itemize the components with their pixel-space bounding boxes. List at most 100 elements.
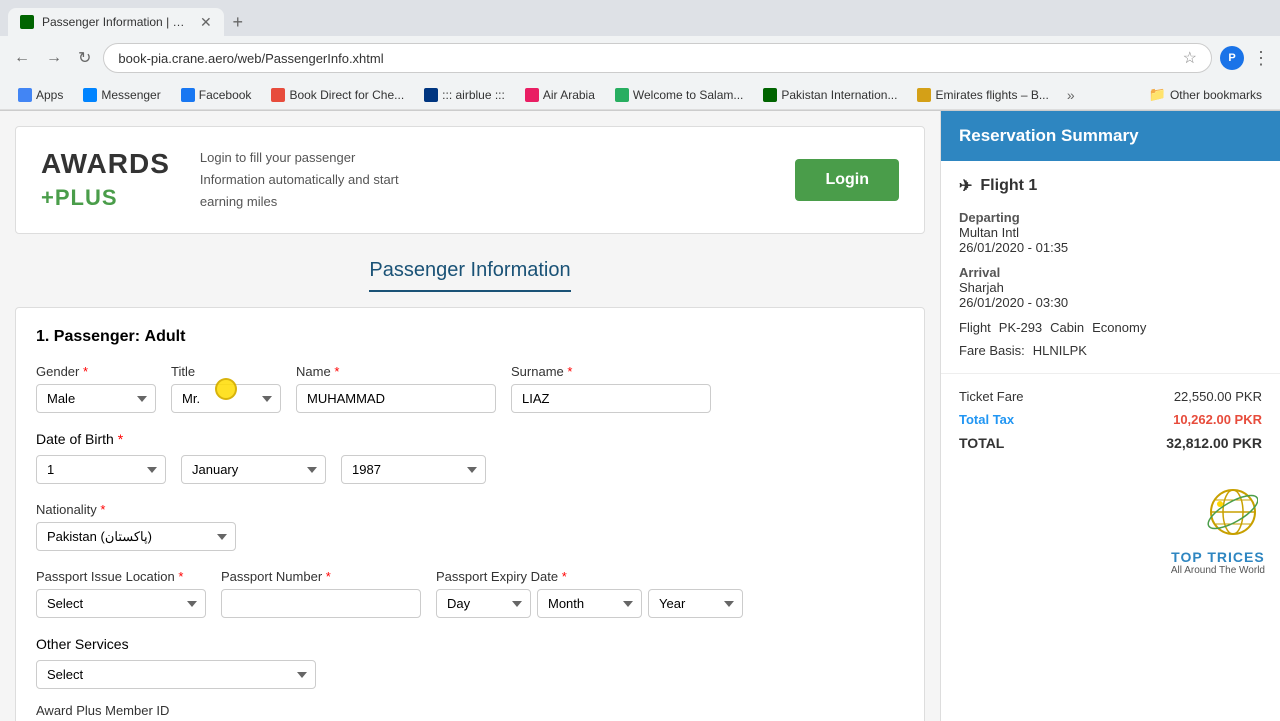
page-content: AWARDS +PLUS Login to fill your passenge… — [0, 111, 1280, 721]
departing-label: Departing — [959, 210, 1262, 225]
bookmark-welcome[interactable]: Welcome to Salam... — [607, 86, 751, 104]
profile-button[interactable]: P — [1220, 46, 1244, 70]
new-tab-button[interactable]: + — [224, 8, 252, 36]
passenger-form: 1. Passenger: Adult Gender * Male Female — [15, 307, 925, 721]
plane-icon: ✈ — [959, 176, 972, 196]
passport-row: Passport Issue Location * Select Passpor… — [36, 569, 904, 618]
bookmark-airarabia[interactable]: Air Arabia — [517, 86, 603, 104]
dob-year-select[interactable]: 1987 — [341, 455, 486, 484]
title-group: Title Mr. Mrs. Ms. Dr. — [171, 364, 281, 413]
passenger-heading-type: Adult — [145, 328, 186, 345]
passport-issue-label: Passport Issue Location * — [36, 569, 206, 584]
passport-expiry-day-select[interactable]: Day — [436, 589, 531, 618]
bookmark-apps-icon — [18, 88, 32, 102]
arrival-label: Arrival — [959, 265, 1262, 280]
passport-expiry-month-select[interactable]: Month — [537, 589, 642, 618]
tab-bar: Passenger Information | Pakistan... ✕ + — [0, 0, 1280, 36]
bookmark-emirates-icon — [917, 88, 931, 102]
top-trices-logo: TOP TRICES All Around The World — [1171, 484, 1265, 576]
address-bar[interactable]: book-pia.crane.aero/web/PassengerInfo.xh… — [103, 43, 1212, 73]
total-label: TOTAL — [959, 435, 1004, 451]
flight-section: ✈ Flight 1 Departing Multan Intl 26/01/2… — [941, 161, 1280, 374]
bookmark-messenger[interactable]: Messenger — [75, 86, 168, 104]
tab-close-btn[interactable]: ✕ — [200, 14, 212, 31]
back-button[interactable]: ← — [10, 45, 34, 71]
reservation-sidebar: Reservation Summary ✈ Flight 1 Departing… — [940, 111, 1280, 721]
nationality-select[interactable]: Pakistan (پاکستان) — [36, 522, 236, 551]
page-title-bar: Passenger Information — [15, 249, 925, 307]
arrival-group: Arrival Sharjah 26/01/2020 - 03:30 — [959, 265, 1262, 310]
name-input[interactable] — [296, 384, 496, 413]
bookmark-pia-icon — [763, 88, 777, 102]
bookmark-star[interactable]: ☆ — [1183, 48, 1197, 68]
bookmark-bookdirect[interactable]: Book Direct for Che... — [263, 86, 412, 104]
bookmarks-bar: Apps Messenger Facebook Book Direct for … — [0, 80, 1280, 110]
active-tab[interactable]: Passenger Information | Pakistan... ✕ — [8, 8, 224, 36]
title-select[interactable]: Mr. Mrs. Ms. Dr. — [171, 384, 281, 413]
title-label: Title — [171, 364, 281, 379]
bookmark-apps[interactable]: Apps — [10, 86, 71, 104]
login-button[interactable]: Login — [795, 159, 899, 201]
fare-basis-row: Fare Basis: HLNILPK — [959, 343, 1262, 358]
other-bookmarks[interactable]: 📁 Other bookmarks — [1141, 84, 1270, 105]
nationality-label: Nationality * — [36, 502, 105, 517]
dob-row: 1 January 1987 — [36, 455, 904, 484]
passport-issue-group: Passport Issue Location * Select — [36, 569, 206, 618]
bookmark-airblue-icon — [424, 88, 438, 102]
departing-airport: Multan Intl — [959, 225, 1262, 240]
refresh-button[interactable]: ↻ — [74, 44, 95, 72]
total-row: TOTAL 32,812.00 PKR — [959, 435, 1262, 451]
passport-number-group: Passport Number * — [221, 569, 421, 618]
other-services-label: Other Services — [36, 636, 904, 652]
other-services-select[interactable]: Select — [36, 660, 316, 689]
gender-group: Gender * Male Female — [36, 364, 156, 413]
dob-label: Date of Birth * — [36, 431, 904, 447]
arrival-datetime: 26/01/2020 - 03:30 — [959, 295, 1262, 310]
folder-icon: 📁 — [1149, 86, 1166, 103]
top-trices-tagline: All Around The World — [1171, 565, 1265, 576]
ticket-fare-row: Ticket Fare 22,550.00 PKR — [959, 389, 1262, 404]
address-bar-row: ← → ↻ book-pia.crane.aero/web/PassengerI… — [0, 36, 1280, 80]
passport-number-input[interactable] — [221, 589, 421, 618]
bookmark-facebook-icon — [181, 88, 195, 102]
other-bookmarks-label: Other bookmarks — [1170, 88, 1262, 102]
logo-tagline: Login to fill your passenger Information… — [200, 147, 766, 213]
bookmark-welcome-icon — [615, 88, 629, 102]
browser-chrome: Passenger Information | Pakistan... ✕ + … — [0, 0, 1280, 111]
bookmark-emirates[interactable]: Emirates flights – B... — [909, 86, 1056, 104]
bookmark-airblue[interactable]: ::: airblue ::: — [416, 86, 513, 104]
fare-basis-value: HLNILPK — [1033, 343, 1087, 358]
page-title: Passenger Information — [369, 259, 570, 292]
bookmark-pia[interactable]: Pakistan Internation... — [755, 86, 905, 104]
total-tax-row: Total Tax 10,262.00 PKR — [959, 412, 1262, 427]
dob-month-select[interactable]: January — [181, 455, 326, 484]
dob-day-group: 1 — [36, 455, 166, 484]
total-tax-value: 10,262.00 PKR — [1173, 412, 1262, 427]
gender-select[interactable]: Male Female — [36, 384, 156, 413]
top-trices-brand: TOP TRICES — [1171, 549, 1265, 565]
ticket-fare-label: Ticket Fare — [959, 389, 1024, 404]
arrival-airport: Sharjah — [959, 280, 1262, 295]
forward-button[interactable]: → — [42, 45, 66, 71]
total-tax-label: Total Tax — [959, 412, 1014, 427]
more-bookmarks-button[interactable]: » — [1061, 85, 1081, 105]
passport-expiry-year-select[interactable]: Year — [648, 589, 743, 618]
passport-issue-select[interactable]: Select — [36, 589, 206, 618]
passenger-heading-bold: 1. Passenger: — [36, 328, 140, 345]
surname-input[interactable] — [511, 384, 711, 413]
bookmark-facebook[interactable]: Facebook — [173, 86, 260, 104]
logo-awards-text: AWARDS +PLUS — [41, 148, 170, 212]
dob-year-group: 1987 — [341, 455, 486, 484]
name-label: Name * — [296, 364, 496, 379]
passenger-heading: 1. Passenger: Adult — [36, 328, 904, 346]
total-value: 32,812.00 PKR — [1166, 435, 1262, 451]
logo-plus-text: +PLUS — [41, 185, 118, 210]
form-row-personal: Gender * Male Female Title Mr. Mrs. Ms. — [36, 364, 904, 413]
surname-group: Surname * — [511, 364, 711, 413]
dob-day-select[interactable]: 1 — [36, 455, 166, 484]
address-text: book-pia.crane.aero/web/PassengerInfo.xh… — [118, 51, 1174, 66]
bookmark-bookdirect-icon — [271, 88, 285, 102]
browser-menu-button[interactable]: ⋮ — [1252, 48, 1270, 69]
name-group: Name * — [296, 364, 496, 413]
logo-header: AWARDS +PLUS Login to fill your passenge… — [15, 126, 925, 234]
